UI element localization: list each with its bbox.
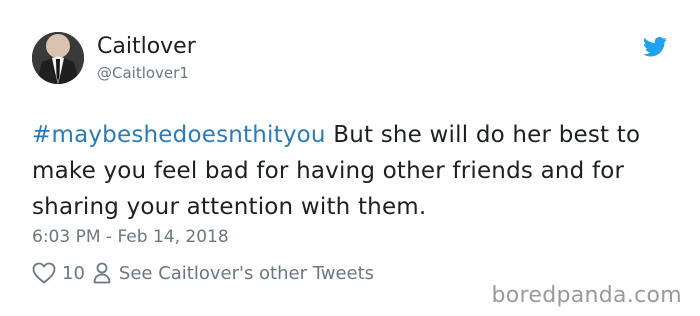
see-more-label: See Caitlover's other Tweets: [118, 262, 375, 284]
person-icon: [93, 262, 111, 284]
see-more-tweets-link[interactable]: See Caitlover's other Tweets: [85, 262, 374, 284]
watermark: boredpanda.com: [491, 283, 682, 308]
avatar[interactable]: [32, 32, 84, 84]
tweet-actions: 10 See Caitlover's other Tweets: [32, 259, 374, 287]
heart-icon: [32, 262, 56, 284]
tweet-timestamp[interactable]: 6:03 PM - Feb 14, 2018: [32, 225, 229, 249]
hashtag-link[interactable]: #maybeshedoesnthityou: [32, 122, 326, 148]
twitter-bird-icon[interactable]: [643, 37, 667, 57]
user-handle[interactable]: @Caitlover1: [97, 63, 189, 83]
like-count: 10: [62, 262, 85, 284]
display-name[interactable]: Caitlover: [97, 34, 196, 60]
tweet-text: #maybeshedoesnthityou But she will do he…: [32, 117, 672, 225]
like-button[interactable]: 10: [32, 262, 85, 284]
tweet-card: Caitlover @Caitlover1 #maybeshedoesnthit…: [0, 0, 700, 316]
profile-photo-icon: [32, 32, 84, 84]
